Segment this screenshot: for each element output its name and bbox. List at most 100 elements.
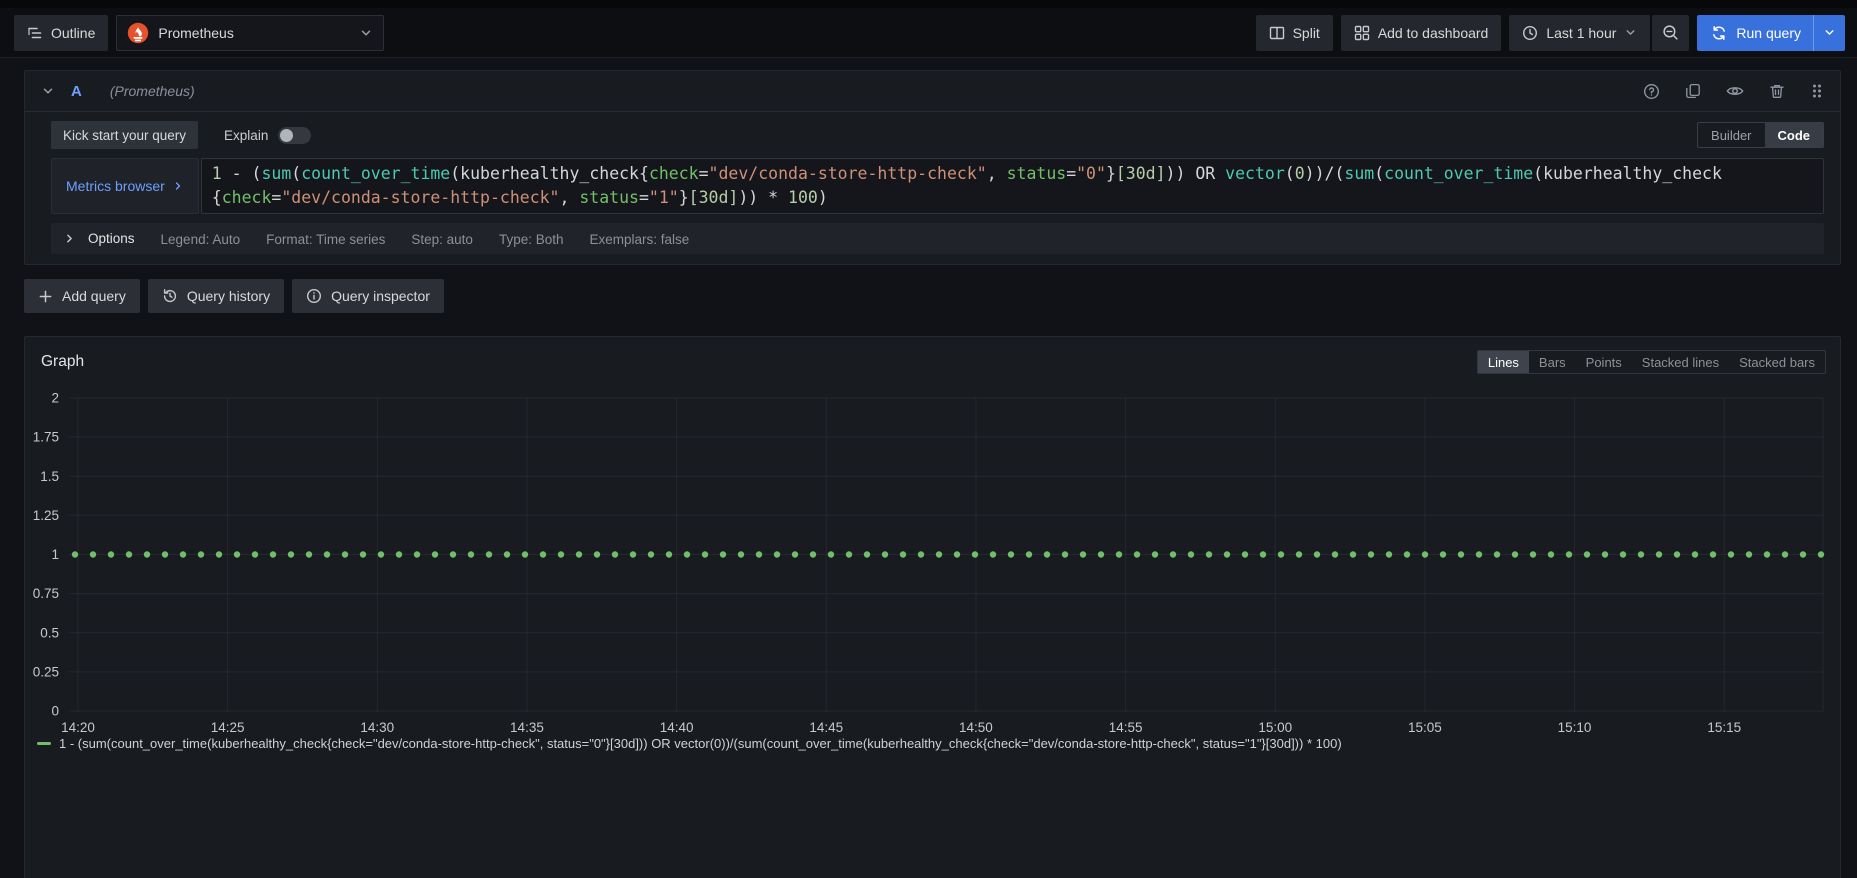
svg-text:14:45: 14:45 [809, 720, 843, 732]
svg-text:0: 0 [51, 704, 59, 719]
query-inspector-button[interactable]: Query inspector [292, 279, 444, 313]
kick-start-button[interactable]: Kick start your query [51, 121, 199, 149]
graph-mode-stacked-bars[interactable]: Stacked bars [1729, 351, 1825, 373]
option-summary-item: Type: Both [498, 231, 564, 247]
svg-text:15:00: 15:00 [1258, 720, 1292, 732]
query-inspector-label: Query inspector [331, 288, 430, 304]
query-history-button[interactable]: Query history [147, 279, 285, 313]
option-summary-item: Step: auto [411, 231, 473, 247]
explain-control: Explain [224, 126, 312, 144]
explore-toolbar: Outline Prometheus Split Add to dashboar… [0, 8, 1857, 58]
query-datasource-hint: (Prometheus) [109, 83, 195, 99]
options-chevron-icon [63, 232, 76, 245]
svg-text:14:55: 14:55 [1109, 720, 1143, 732]
datasource-picker[interactable]: Prometheus [116, 14, 385, 51]
window-top-strip [0, 0, 1857, 8]
run-query-button[interactable]: Run query [1697, 14, 1845, 51]
svg-text:1.75: 1.75 [33, 430, 59, 445]
legend-series-label[interactable]: 1 - (sum(count_over_time(kuberhealthy_ch… [59, 736, 1342, 751]
run-query-dropdown[interactable] [1814, 26, 1845, 39]
chevron-down-icon [359, 26, 373, 40]
graph-chart-area: 0 0.25 0.5 0.75 1 1.25 1.5 1.75 2 14:20 14:25 14:30… [25, 380, 1840, 732]
graph-legend: 1 - (sum(count_over_time(kuberhealthy_ch… [37, 736, 1840, 751]
svg-text:1: 1 [51, 547, 59, 562]
query-options-row[interactable]: Options Legend: Auto Format: Time series S… [51, 223, 1824, 254]
svg-text:15:15: 15:15 [1707, 720, 1741, 732]
svg-text:14:20: 14:20 [61, 720, 95, 732]
explain-label: Explain [224, 127, 269, 143]
run-query-label: Run query [1736, 24, 1801, 41]
history-icon [162, 288, 178, 304]
datasource-name: Prometheus [158, 24, 234, 41]
metrics-browser-button[interactable]: Metrics browser [51, 158, 199, 214]
zoom-out-icon [1662, 24, 1679, 41]
svg-text:0.75: 0.75 [33, 586, 59, 601]
zoom-out-button[interactable] [1652, 14, 1690, 51]
svg-text:0.5: 0.5 [40, 625, 59, 640]
builder-mode-button[interactable]: Builder [1698, 123, 1764, 147]
svg-text:14:25: 14:25 [211, 720, 245, 732]
help-icon[interactable] [1643, 83, 1660, 100]
query-code-editor[interactable]: 1 - (sum(count_over_time(kuberhealthy_ch… [200, 158, 1824, 214]
plus-icon [38, 289, 53, 304]
query-code-lines: 1 - (sum(count_over_time(kuberhealthy_ch… [212, 162, 1813, 210]
graph-title: Graph [41, 353, 85, 370]
graph-panel-header: Graph Lines Bars Points Stacked lines Stacke… [25, 337, 1840, 380]
outline-icon [27, 25, 43, 41]
graph-panel: Graph Lines Bars Points Stacked lines Stacke… [24, 336, 1841, 878]
time-range-label: Last 1 hour [1546, 24, 1617, 41]
graph-mode-points[interactable]: Points [1576, 351, 1632, 373]
duplicate-icon[interactable] [1685, 83, 1701, 99]
collapse-chevron-icon[interactable] [41, 84, 55, 98]
svg-text:2: 2 [51, 391, 59, 406]
svg-text:14:50: 14:50 [959, 720, 993, 732]
prometheus-logo-icon [127, 22, 149, 44]
query-editor-panel: A (Prometheus) Kick start your query Exp… [24, 70, 1841, 265]
add-to-dashboard-button[interactable]: Add to dashboard [1340, 14, 1502, 51]
svg-text:14:35: 14:35 [510, 720, 544, 732]
toggle-knob [280, 128, 294, 142]
split-button[interactable]: Split [1255, 14, 1333, 51]
option-summary-item: Legend: Auto [160, 231, 241, 247]
graph-mode-bars[interactable]: Bars [1529, 351, 1576, 373]
drag-handle-icon[interactable] [1810, 83, 1824, 99]
query-actions-row: Add query Query history Query inspector [24, 279, 1841, 313]
eye-icon[interactable] [1726, 82, 1744, 100]
trash-icon[interactable] [1769, 83, 1785, 99]
legend-series-swatch [37, 742, 51, 745]
apps-grid-icon [1354, 25, 1370, 41]
query-code-line: 1 - (sum(count_over_time(kuberhealthy_ch… [211, 164, 1722, 183]
svg-text:14:30: 14:30 [360, 720, 394, 732]
option-summary-item: Format: Time series [266, 231, 386, 247]
code-mode-button[interactable]: Code [1764, 123, 1823, 147]
graph-mode-lines[interactable]: Lines [1477, 351, 1529, 373]
metrics-browser-label: Metrics browser [66, 178, 165, 194]
svg-text:14:40: 14:40 [660, 720, 694, 732]
outline-button[interactable]: Outline [14, 14, 109, 51]
add-query-label: Add query [62, 288, 126, 304]
query-editor-body: Kick start your query Explain Builder Co… [25, 112, 1840, 264]
split-label: Split [1292, 24, 1320, 41]
sync-icon [1711, 25, 1727, 41]
clock-icon [1522, 25, 1538, 41]
time-range-button[interactable]: Last 1 hour [1509, 14, 1651, 51]
svg-text:0.25: 0.25 [33, 664, 59, 679]
query-editor-header: A (Prometheus) [25, 71, 1840, 112]
query-ref-id[interactable]: A [71, 83, 82, 100]
split-icon [1269, 25, 1285, 41]
query-code-line: {check="dev/conda-store-http-check", sta… [211, 188, 828, 207]
outline-label: Outline [51, 24, 96, 41]
svg-text:1.25: 1.25 [33, 508, 59, 523]
option-summary-item: Exemplars: false [589, 231, 690, 247]
add-to-dashboard-label: Add to dashboard [1377, 24, 1489, 41]
explain-toggle[interactable] [278, 126, 312, 144]
editor-mode-group: Builder Code [1697, 122, 1824, 148]
graph-mode-stacked-lines[interactable]: Stacked lines [1632, 351, 1729, 373]
svg-text:15:05: 15:05 [1408, 720, 1442, 732]
options-title: Options [88, 231, 135, 246]
chevron-down-icon [1624, 26, 1637, 39]
chevron-right-icon [172, 180, 184, 192]
add-query-button[interactable]: Add query [24, 279, 140, 313]
query-options-summary: Legend: Auto Format: Time series Step: aut… [135, 231, 690, 247]
graph-svg[interactable]: 0 0.25 0.5 0.75 1 1.25 1.5 1.75 2 14:20 14:25 14:30… [33, 380, 1826, 732]
